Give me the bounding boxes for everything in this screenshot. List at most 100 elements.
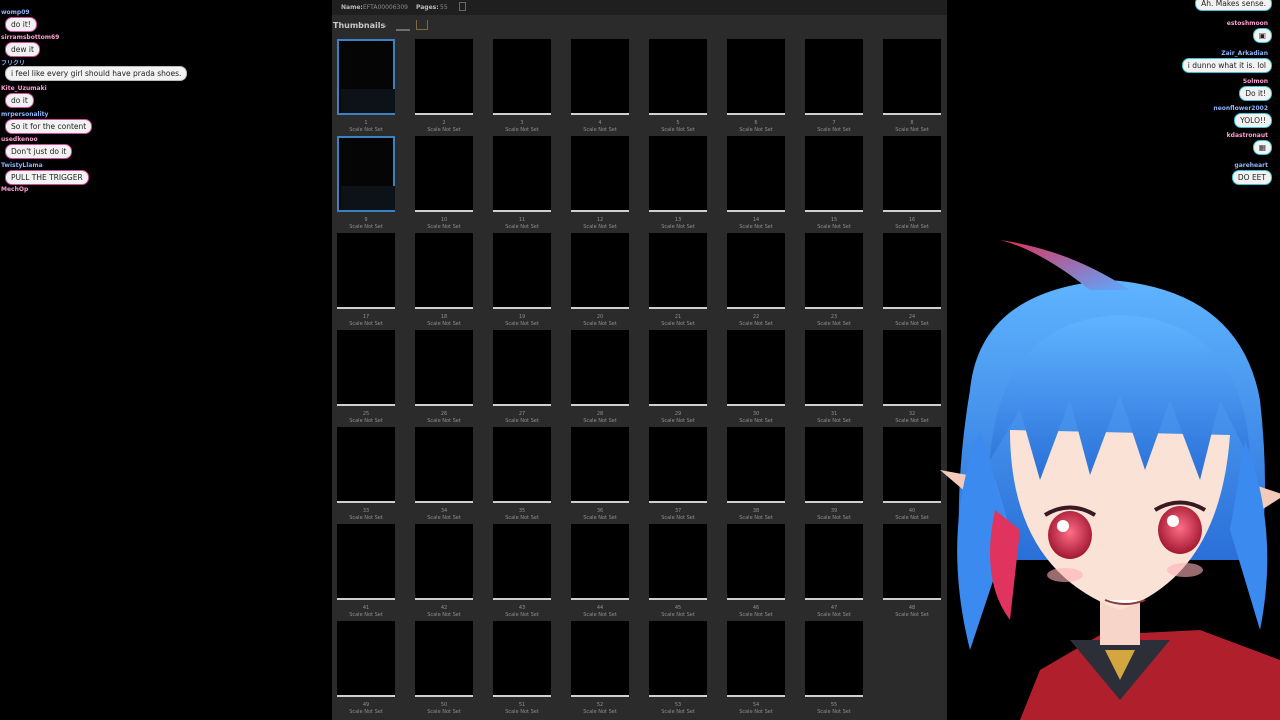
page-preview[interactable] [493, 621, 551, 697]
page-preview[interactable] [493, 136, 551, 212]
page-thumbnail[interactable]: 23 Scale Not Set [805, 233, 863, 329]
page-preview[interactable] [649, 136, 707, 212]
page-preview[interactable] [649, 233, 707, 309]
page-preview[interactable] [337, 136, 395, 212]
page-thumbnail[interactable]: 36 Scale Not Set [571, 427, 629, 523]
page-thumbnail[interactable]: 18 Scale Not Set [415, 233, 473, 329]
chevron-down-icon[interactable]: ⌄ [382, 21, 388, 29]
page-preview[interactable] [493, 427, 551, 503]
page-preview[interactable] [727, 39, 785, 115]
page-thumbnail[interactable]: 26 Scale Not Set [415, 330, 473, 426]
page-thumbnail[interactable]: 14 Scale Not Set [727, 136, 785, 232]
page-preview[interactable] [415, 330, 473, 406]
page-thumbnail[interactable]: 5 Scale Not Set [649, 39, 707, 135]
filter-icon[interactable] [416, 20, 428, 30]
page-preview[interactable] [571, 621, 629, 697]
page-thumbnail[interactable]: 7 Scale Not Set [805, 39, 863, 135]
page-preview[interactable] [337, 621, 395, 697]
page-thumbnail[interactable]: 51 Scale Not Set [493, 621, 551, 717]
page-preview[interactable] [571, 39, 629, 115]
page-preview[interactable] [415, 136, 473, 212]
page-thumbnail[interactable]: 54 Scale Not Set [727, 621, 785, 717]
page-thumbnail[interactable]: 19 Scale Not Set [493, 233, 551, 329]
page-thumbnail[interactable]: 27 Scale Not Set [493, 330, 551, 426]
page-thumbnail[interactable]: 50 Scale Not Set [415, 621, 473, 717]
page-preview[interactable] [493, 233, 551, 309]
page-thumbnail[interactable]: 55 Scale Not Set [805, 621, 863, 717]
page-thumbnail[interactable]: 52 Scale Not Set [571, 621, 629, 717]
page-preview[interactable] [571, 427, 629, 503]
page-thumbnail[interactable]: 25 Scale Not Set [337, 330, 395, 426]
page-preview[interactable] [493, 524, 551, 600]
page-thumbnail[interactable]: 33 Scale Not Set [337, 427, 395, 523]
page-preview[interactable] [805, 621, 863, 697]
page-thumbnail[interactable]: 45 Scale Not Set [649, 524, 707, 620]
page-preview[interactable] [415, 427, 473, 503]
page-thumbnail[interactable]: 9 Scale Not Set [337, 136, 395, 232]
page-thumbnail[interactable]: 15 Scale Not Set [805, 136, 863, 232]
page-thumbnail[interactable]: 22 Scale Not Set [727, 233, 785, 329]
page-preview[interactable] [571, 524, 629, 600]
page-preview[interactable] [649, 39, 707, 115]
page-preview[interactable] [727, 233, 785, 309]
page-thumbnail[interactable]: 46 Scale Not Set [727, 524, 785, 620]
page-thumbnail[interactable]: 16 Scale Not Set [883, 136, 941, 232]
page-preview[interactable] [571, 233, 629, 309]
page-thumbnail[interactable]: 2 Scale Not Set [415, 39, 473, 135]
page-preview[interactable] [337, 427, 395, 503]
page-thumbnail[interactable]: 28 Scale Not Set [571, 330, 629, 426]
page-thumbnail[interactable]: 4 Scale Not Set [571, 39, 629, 135]
page-thumbnail[interactable]: 21 Scale Not Set [649, 233, 707, 329]
page-preview[interactable] [571, 330, 629, 406]
page-preview[interactable] [805, 330, 863, 406]
page-preview[interactable] [805, 233, 863, 309]
page-preview[interactable] [727, 524, 785, 600]
page-thumbnail[interactable]: 1 Scale Not Set [337, 39, 395, 135]
page-preview[interactable] [805, 427, 863, 503]
page-preview[interactable] [805, 39, 863, 115]
page-thumbnail[interactable]: 30 Scale Not Set [727, 330, 785, 426]
page-preview[interactable] [337, 330, 395, 406]
page-preview[interactable] [883, 39, 941, 115]
page-thumbnail[interactable]: 3 Scale Not Set [493, 39, 551, 135]
page-preview[interactable] [649, 427, 707, 503]
page-thumbnail[interactable]: 37 Scale Not Set [649, 427, 707, 523]
page-preview[interactable] [805, 136, 863, 212]
page-thumbnail[interactable]: 17 Scale Not Set [337, 233, 395, 329]
page-thumbnail[interactable]: 12 Scale Not Set [571, 136, 629, 232]
sort-icon[interactable] [396, 21, 410, 31]
page-thumbnail[interactable]: 35 Scale Not Set [493, 427, 551, 523]
page-preview[interactable] [337, 39, 395, 115]
page-preview[interactable] [493, 330, 551, 406]
page-thumbnail[interactable]: 41 Scale Not Set [337, 524, 395, 620]
page-preview[interactable] [805, 524, 863, 600]
page-thumbnail[interactable]: 43 Scale Not Set [493, 524, 551, 620]
thumbnails-title[interactable]: Thumbnails [333, 21, 385, 30]
page-thumbnail[interactable]: 38 Scale Not Set [727, 427, 785, 523]
page-thumbnail[interactable]: 31 Scale Not Set [805, 330, 863, 426]
page-preview[interactable] [415, 621, 473, 697]
page-thumbnail[interactable]: 34 Scale Not Set [415, 427, 473, 523]
page-preview[interactable] [727, 621, 785, 697]
page-preview[interactable] [337, 524, 395, 600]
page-preview[interactable] [337, 233, 395, 309]
page-preview[interactable] [571, 136, 629, 212]
page-preview[interactable] [727, 427, 785, 503]
page-preview[interactable] [649, 330, 707, 406]
page-preview[interactable] [649, 621, 707, 697]
page-thumbnail[interactable]: 47 Scale Not Set [805, 524, 863, 620]
page-thumbnail[interactable]: 44 Scale Not Set [571, 524, 629, 620]
page-icon[interactable] [459, 2, 466, 11]
page-thumbnail[interactable]: 42 Scale Not Set [415, 524, 473, 620]
page-thumbnail[interactable]: 39 Scale Not Set [805, 427, 863, 523]
page-thumbnail[interactable]: 53 Scale Not Set [649, 621, 707, 717]
page-preview[interactable] [415, 524, 473, 600]
page-preview[interactable] [415, 233, 473, 309]
page-preview[interactable] [415, 39, 473, 115]
page-preview[interactable] [727, 136, 785, 212]
page-preview[interactable] [649, 524, 707, 600]
page-thumbnail[interactable]: 29 Scale Not Set [649, 330, 707, 426]
page-thumbnail[interactable]: 6 Scale Not Set [727, 39, 785, 135]
page-preview[interactable] [883, 136, 941, 212]
page-thumbnail[interactable]: 20 Scale Not Set [571, 233, 629, 329]
